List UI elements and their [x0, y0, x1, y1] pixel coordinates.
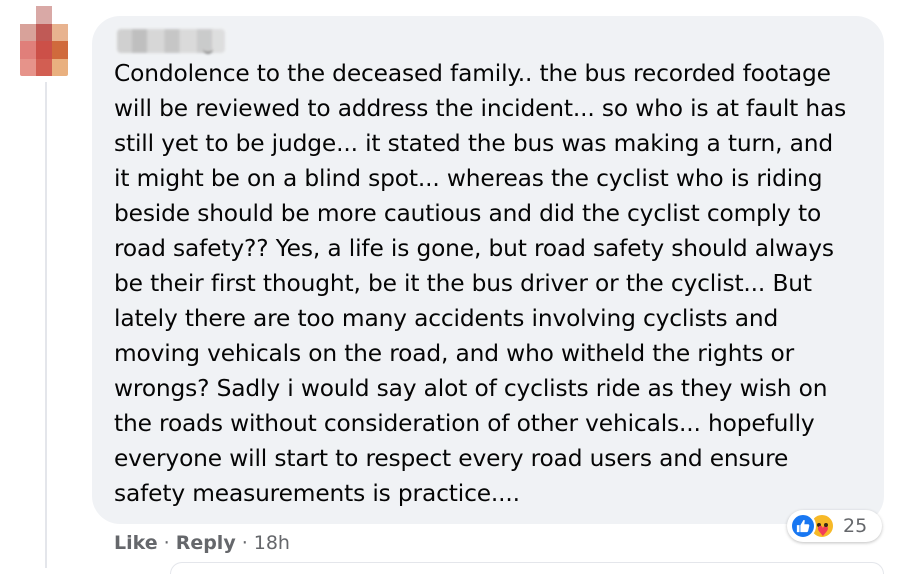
- next-reply-box: [170, 562, 884, 574]
- comment-line: safety measurements is practice....: [114, 480, 520, 507]
- comment-line: road safety?? Yes, a life is gone, but r…: [114, 235, 834, 262]
- reply-button[interactable]: Reply: [176, 532, 236, 554]
- comment-line: wrongs? Sadly i would say alot of cyclis…: [114, 375, 828, 402]
- like-reaction-icon: [790, 513, 816, 539]
- action-separator: ·: [163, 532, 170, 554]
- comment-line: everyone will start to respect every roa…: [114, 445, 789, 472]
- avatar[interactable]: [20, 6, 68, 76]
- comment-actions: Like · Reply · 18h: [114, 530, 290, 556]
- comment-line: lately there are too many accidents invo…: [114, 305, 779, 332]
- comment-line: the roads without consideration of other…: [114, 410, 815, 437]
- comment-line: still yet to be judge... it stated the b…: [114, 130, 833, 157]
- reaction-count: 25: [843, 515, 868, 537]
- comment-line: beside should be more cautious and did t…: [114, 200, 822, 227]
- comment-line: be their first thought, be it the bus dr…: [114, 270, 812, 297]
- comment-line: it might be on a blind spot... whereas t…: [114, 165, 823, 192]
- comment-timestamp[interactable]: 18h: [254, 532, 290, 554]
- comment-line: will be reviewed to address the incident…: [114, 95, 847, 122]
- comment-line: Condolence to the deceased family.. the …: [114, 60, 831, 87]
- author-name-redacted[interactable]: [117, 29, 225, 54]
- action-separator: ·: [241, 532, 248, 554]
- reactions-summary[interactable]: ♥ 25: [787, 510, 882, 542]
- like-button[interactable]: Like: [114, 532, 158, 554]
- comment-line: moving vehicals on the road, and who wit…: [114, 340, 795, 367]
- thread-line: [45, 82, 47, 568]
- comment-text: Condolence to the deceased family.. the …: [114, 56, 874, 511]
